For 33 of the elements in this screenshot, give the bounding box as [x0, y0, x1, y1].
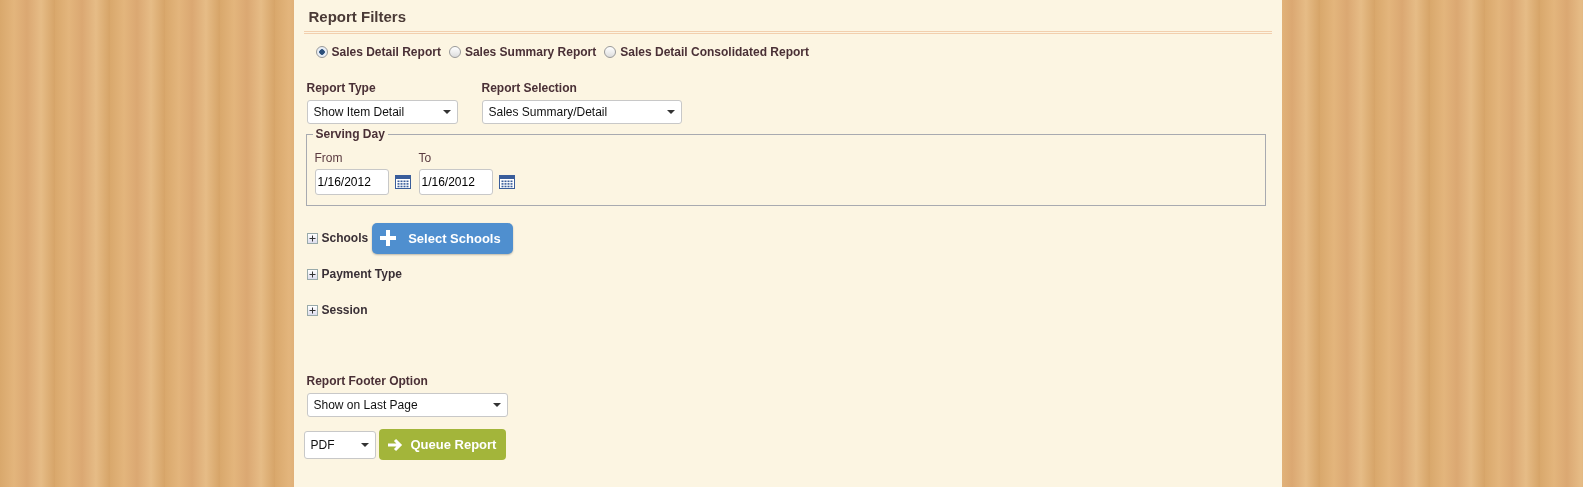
field-label: Report Footer Option — [306, 374, 429, 388]
field-label: Report Selection — [481, 81, 578, 95]
report-selection-dropdown[interactable]: Sales Summary/Detail — [481, 100, 682, 124]
section-label: Schools — [321, 231, 369, 245]
date-label: From — [314, 151, 344, 165]
field-label: Report Type — [306, 81, 377, 95]
format-dropdown[interactable]: PDF — [303, 430, 376, 459]
radio-button[interactable] — [448, 46, 461, 58]
date-field[interactable]: 1/16/2012 — [418, 169, 493, 195]
radio-button[interactable] — [604, 46, 617, 58]
calendar-icon[interactable] — [498, 175, 515, 189]
radio-label[interactable]: Sales Summary Report — [464, 45, 597, 59]
footer-option-dropdown[interactable]: Show on Last Page — [306, 393, 508, 417]
section-title: Report Filters — [303, 0, 1272, 34]
radio-label[interactable]: Sales Detail Report — [331, 45, 441, 59]
radio-button[interactable] — [315, 46, 328, 58]
date-label: To — [418, 151, 433, 165]
radio-label[interactable]: Sales Detail Consolidated Report — [620, 45, 809, 59]
arrow-icon — [386, 437, 403, 452]
report-type-dropdown[interactable]: Show Item Detail — [306, 100, 458, 124]
section-label: Payment Type — [321, 267, 402, 281]
expand-icon[interactable] — [306, 232, 318, 244]
caret-icon — [360, 442, 369, 447]
section-label: Session — [321, 303, 368, 317]
caret-icon — [666, 110, 675, 114]
group-legend: Serving Day — [312, 127, 388, 141]
calendar-icon[interactable] — [394, 175, 411, 189]
expand-icon[interactable] — [306, 304, 318, 316]
plus-icon — [380, 230, 397, 246]
date-field[interactable]: 1/16/2012 — [314, 169, 389, 195]
caret-icon — [442, 110, 451, 114]
caret-icon — [492, 403, 501, 407]
expand-icon[interactable] — [306, 268, 318, 280]
